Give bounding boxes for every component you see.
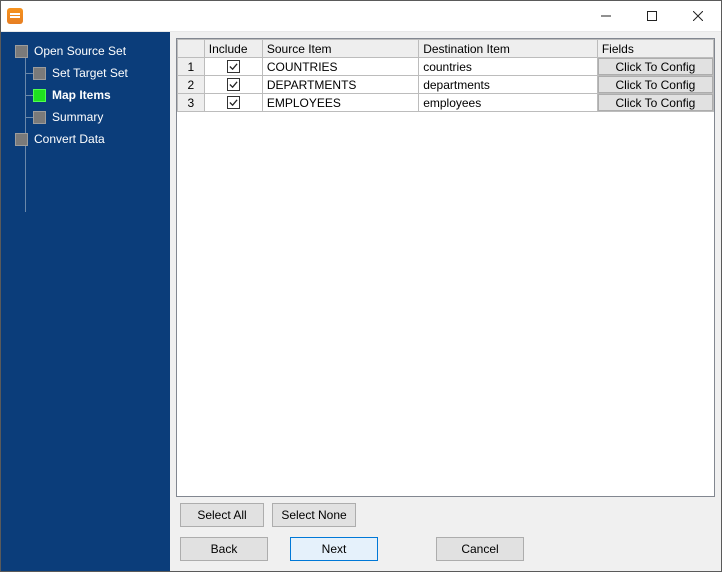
minimize-button[interactable] (583, 1, 629, 32)
sidebar-item-label: Summary (52, 110, 103, 124)
include-cell[interactable] (204, 94, 262, 112)
destination-cell[interactable]: departments (419, 76, 598, 94)
cancel-button[interactable]: Cancel (436, 537, 524, 561)
next-button[interactable]: Next (290, 537, 378, 561)
app-icon (7, 8, 23, 24)
step-box-icon (33, 111, 46, 124)
col-header-source[interactable]: Source Item (262, 40, 418, 58)
col-header-destination[interactable]: Destination Item (419, 40, 598, 58)
row-number[interactable]: 1 (178, 58, 205, 76)
sidebar-item-convert-data[interactable]: Convert Data (1, 128, 170, 150)
sidebar-item-label: Set Target Set (52, 66, 128, 80)
step-box-icon (33, 89, 46, 102)
step-box-icon (33, 67, 46, 80)
wizard-sidebar: Open Source Set Set Target Set Map Items… (1, 32, 170, 571)
checkbox-icon[interactable] (227, 60, 240, 73)
row-number[interactable]: 2 (178, 76, 205, 94)
sidebar-item-label: Convert Data (34, 132, 105, 146)
select-all-button[interactable]: Select All (180, 503, 264, 527)
mapping-grid: Include Source Item Destination Item Fie… (176, 38, 715, 497)
selection-button-row: Select All Select None (176, 497, 715, 529)
wizard-nav-row: Back Next Cancel (176, 529, 715, 565)
col-header-fields[interactable]: Fields (597, 40, 713, 58)
table-row: 2 DEPARTMENTS departments Click To Confi… (178, 76, 714, 94)
include-cell[interactable] (204, 58, 262, 76)
config-fields-button[interactable]: Click To Config (598, 94, 713, 111)
step-box-icon (15, 133, 28, 146)
row-number[interactable]: 3 (178, 94, 205, 112)
table-row: 1 COUNTRIES countries Click To Config (178, 58, 714, 76)
back-button[interactable]: Back (180, 537, 268, 561)
sidebar-item-map-items[interactable]: Map Items (1, 84, 170, 106)
table-row: 3 EMPLOYEES employees Click To Config (178, 94, 714, 112)
grid-header-row: Include Source Item Destination Item Fie… (178, 40, 714, 58)
sidebar-item-open-source-set[interactable]: Open Source Set (1, 40, 170, 62)
step-box-icon (15, 45, 28, 58)
col-header-include[interactable]: Include (204, 40, 262, 58)
sidebar-item-summary[interactable]: Summary (1, 106, 170, 128)
destination-cell[interactable]: countries (419, 58, 598, 76)
source-cell[interactable]: EMPLOYEES (262, 94, 418, 112)
checkbox-icon[interactable] (227, 78, 240, 91)
sidebar-item-label: Open Source Set (34, 44, 126, 58)
destination-cell[interactable]: employees (419, 94, 598, 112)
titlebar (1, 1, 721, 32)
close-button[interactable] (675, 1, 721, 32)
checkbox-icon[interactable] (227, 96, 240, 109)
source-cell[interactable]: DEPARTMENTS (262, 76, 418, 94)
sidebar-item-set-target-set[interactable]: Set Target Set (1, 62, 170, 84)
sidebar-item-label: Map Items (52, 88, 111, 102)
config-fields-button[interactable]: Click To Config (598, 76, 713, 93)
include-cell[interactable] (204, 76, 262, 94)
maximize-button[interactable] (629, 1, 675, 32)
grid-corner (178, 40, 205, 58)
source-cell[interactable]: COUNTRIES (262, 58, 418, 76)
main-panel: Include Source Item Destination Item Fie… (170, 32, 721, 571)
select-none-button[interactable]: Select None (272, 503, 356, 527)
config-fields-button[interactable]: Click To Config (598, 58, 713, 75)
